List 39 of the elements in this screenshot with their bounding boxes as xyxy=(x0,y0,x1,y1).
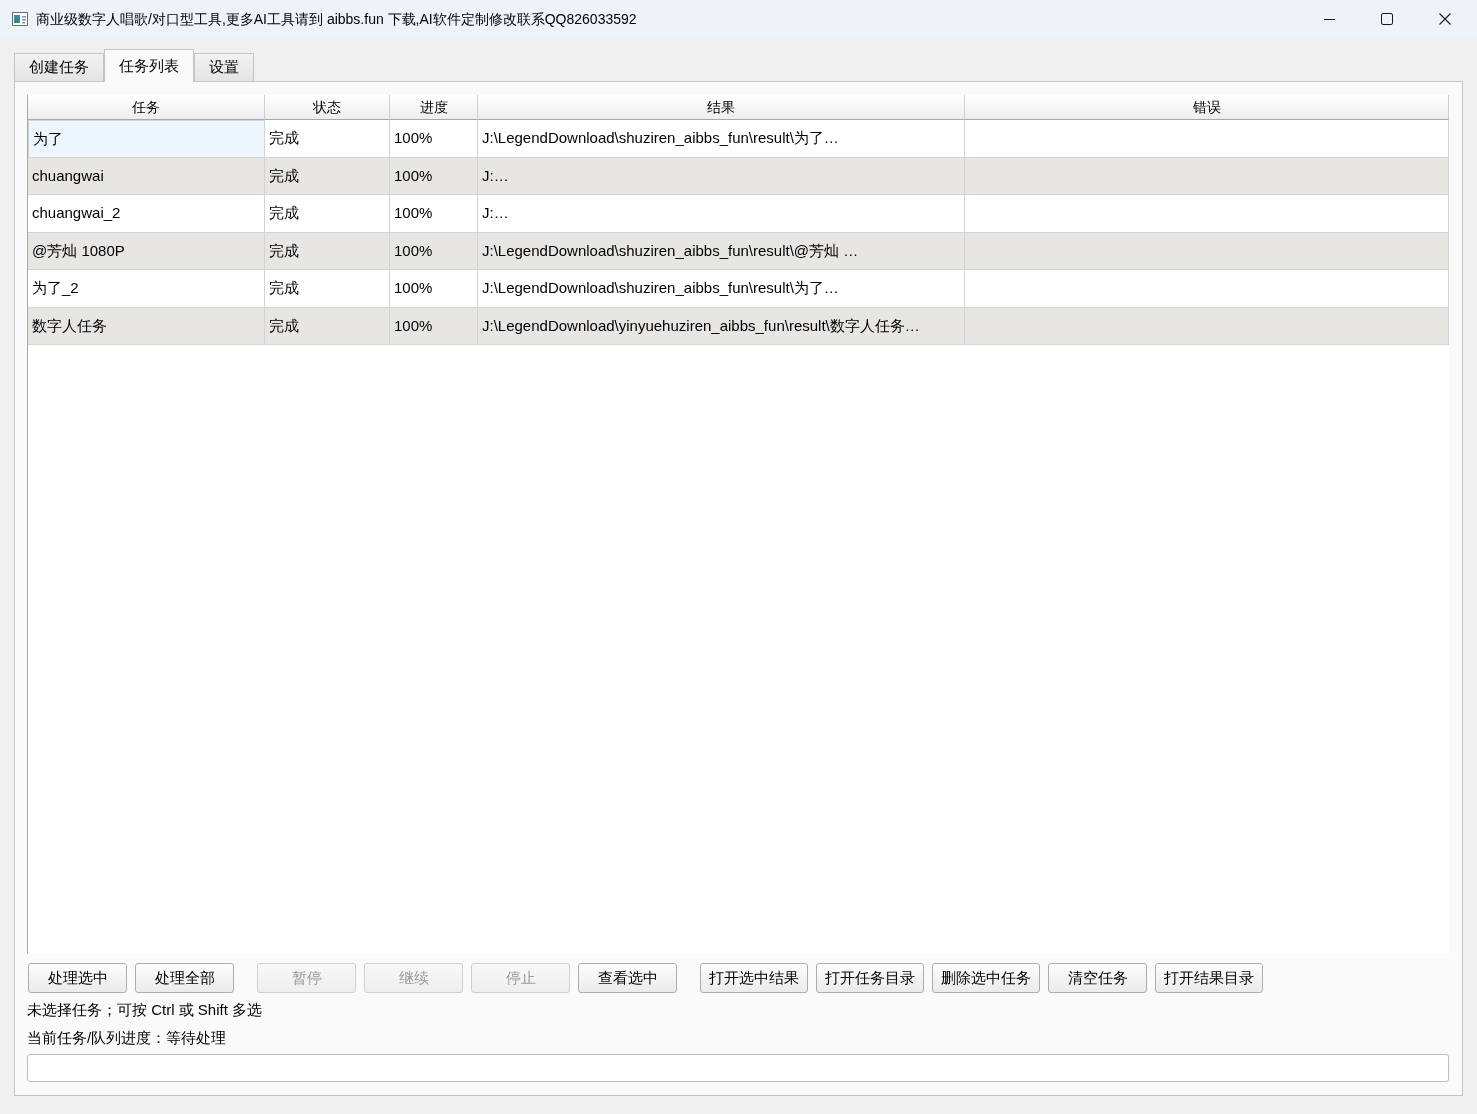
table-cell: J:\LegendDownload\shuziren_aibbs_fun\result\为了… xyxy=(478,120,965,158)
table-cell: 为了 xyxy=(28,120,265,158)
table-cell: 数字人任务 xyxy=(28,307,265,345)
column-header[interactable]: 进度 xyxy=(390,95,478,120)
button[interactable]: 打开选中结果 xyxy=(700,963,808,993)
button[interactable]: 处理全部 xyxy=(135,963,234,993)
table-cell: 100% xyxy=(390,270,478,308)
tab[interactable]: 设置 xyxy=(194,53,254,81)
selection-hint: 未选择任务；可按 Ctrl 或 Shift 多选 xyxy=(27,1000,262,1020)
table-cell: 100% xyxy=(390,120,478,158)
column-header[interactable]: 结果 xyxy=(478,95,965,120)
button[interactable]: 打开结果目录 xyxy=(1155,963,1263,993)
table-cell: J:\LegendDownload\yinyuehuziren_aibbs_fun\result\数字人任务… xyxy=(478,307,965,345)
maximize-icon xyxy=(1381,13,1393,25)
button[interactable]: 处理选中 xyxy=(28,963,127,993)
button[interactable]: 查看选中 xyxy=(578,963,677,993)
table-cell: 100% xyxy=(390,195,478,233)
tab[interactable]: 任务列表 xyxy=(104,49,194,82)
table-cell: chuangwai_2 xyxy=(28,195,265,233)
table-cell: 完成 xyxy=(265,270,390,308)
table-cell: 完成 xyxy=(265,195,390,233)
minimize-icon xyxy=(1323,18,1335,20)
window-title: 商业级数字人唱歌/对口型工具,更多AI工具请到 aibbs.fun 下载,AI软件定制修改联系QQ826033592 xyxy=(36,9,637,29)
column-header[interactable]: 状态 xyxy=(265,95,390,120)
table-cell: 完成 xyxy=(265,307,390,345)
table-cell: 100% xyxy=(390,307,478,345)
button[interactable]: 打开任务目录 xyxy=(816,963,924,993)
table-cell: 完成 xyxy=(265,120,390,158)
column-header[interactable]: 错误 xyxy=(965,95,1449,120)
tab[interactable]: 创建任务 xyxy=(14,53,104,81)
close-icon xyxy=(1439,13,1451,25)
table-cell: J:… xyxy=(478,195,965,233)
button[interactable]: 清空任务 xyxy=(1048,963,1147,993)
table-cell: J:\LegendDownload\shuziren_aibbs_fun\result\为了… xyxy=(478,270,965,308)
button[interactable]: 删除选中任务 xyxy=(932,963,1040,993)
table-cell: 为了_2 xyxy=(28,270,265,308)
progress-label: 当前任务/队列进度：等待处理 xyxy=(27,1028,227,1048)
app-icon xyxy=(12,12,28,26)
column-header[interactable]: 任务 xyxy=(28,95,265,120)
